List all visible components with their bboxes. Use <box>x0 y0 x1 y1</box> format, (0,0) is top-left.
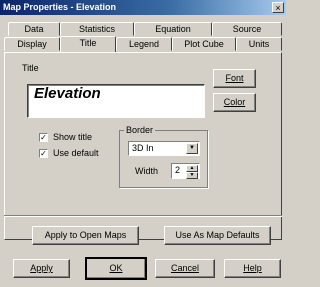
tab-data[interactable]: Data <box>8 22 60 36</box>
border-style-value: 3D In <box>132 143 154 153</box>
tab-source[interactable]: Source <box>212 22 282 36</box>
close-button[interactable]: × <box>272 2 284 13</box>
use-default-checkbox[interactable]: ✓ <box>39 149 48 158</box>
border-group-label: Border <box>124 125 156 135</box>
use-default-label: Use default <box>53 148 99 158</box>
tab-equation[interactable]: Equation <box>134 22 212 36</box>
font-button-label: Font <box>225 73 244 83</box>
show-title-checkbox[interactable]: ✓ <box>39 133 48 142</box>
ok-button[interactable]: OK <box>85 257 147 280</box>
tab-plot-cube[interactable]: Plot Cube <box>172 37 236 51</box>
width-value: 2 <box>175 165 181 175</box>
spin-up-icon[interactable]: ▲ <box>186 165 198 172</box>
window-title: Map Properties - Elevation <box>3 2 117 12</box>
separator <box>4 215 282 217</box>
color-button[interactable]: Color <box>213 93 256 112</box>
chevron-down-icon[interactable]: ▼ <box>186 143 198 154</box>
show-title-label: Show title <box>53 132 93 142</box>
apply-button[interactable]: Apply <box>13 259 70 278</box>
tab-title[interactable]: Title <box>60 36 116 52</box>
title-bar: Map Properties - Elevation <box>0 0 286 15</box>
width-label: Width <box>135 166 159 176</box>
ok-button-label: OK <box>109 263 123 273</box>
width-spinner[interactable]: 2 ▲ ▼ <box>171 163 200 179</box>
tab-legend[interactable]: Legend <box>116 37 172 51</box>
use-as-map-defaults-button[interactable]: Use As Map Defaults <box>164 226 271 245</box>
dialog-window: Map Properties - Elevation × Data Statis… <box>0 0 286 287</box>
apply-button-label: Apply <box>30 263 53 273</box>
help-button-label: Help <box>243 263 262 273</box>
border-style-select[interactable]: 3D In ▼ <box>128 141 200 156</box>
font-button[interactable]: Font <box>213 69 256 88</box>
cancel-button-label: Cancel <box>170 263 199 273</box>
title-input[interactable]: Elevation <box>27 84 205 118</box>
color-button-label: Color <box>223 97 246 107</box>
cancel-button[interactable]: Cancel <box>155 259 215 278</box>
apply-to-open-maps-button[interactable]: Apply to Open Maps <box>32 226 139 245</box>
border-groupbox <box>119 130 208 188</box>
help-button[interactable]: Help <box>224 259 281 278</box>
spin-down-icon[interactable]: ▼ <box>186 172 198 179</box>
spinner-arrows[interactable]: ▲ ▼ <box>186 165 198 179</box>
title-label: Title <box>22 63 39 73</box>
tab-display[interactable]: Display <box>4 37 60 51</box>
tab-statistics[interactable]: Statistics <box>60 22 134 36</box>
tab-units[interactable]: Units <box>236 37 282 51</box>
